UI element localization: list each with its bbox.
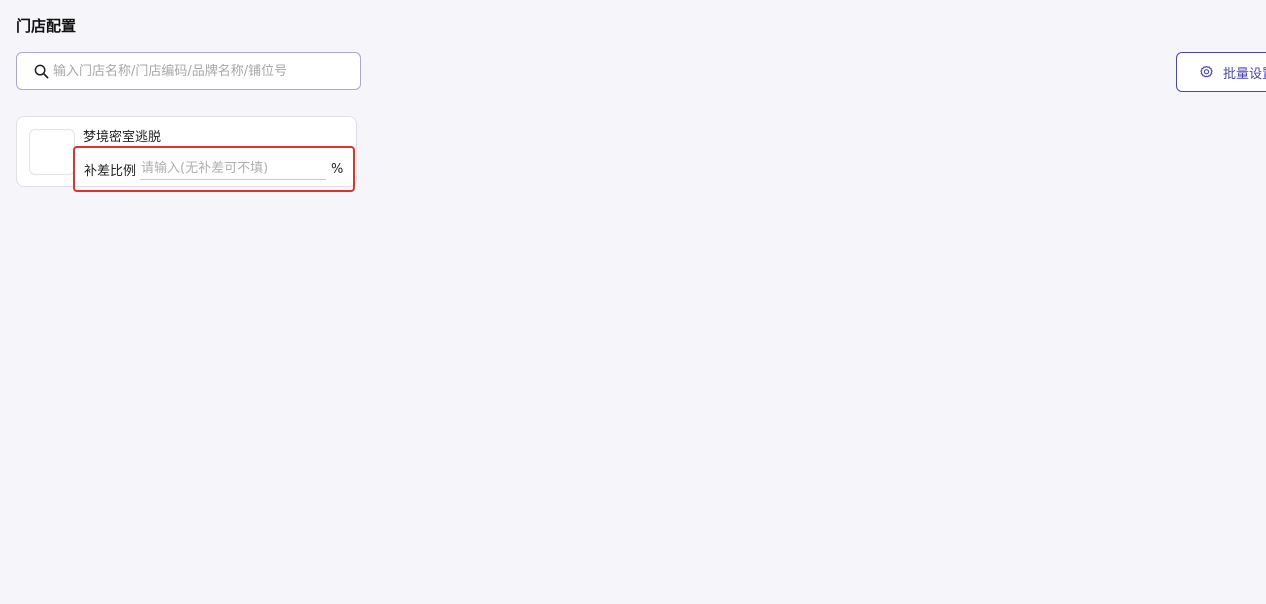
- store-name: 梦境密室逃脱: [83, 130, 162, 145]
- subsidy-ratio-row: 补差比例 %: [73, 146, 355, 192]
- subsidy-ratio-input[interactable]: [140, 158, 327, 180]
- batch-settings-label: 批量设置: [1223, 66, 1266, 82]
- search-box[interactable]: [16, 52, 361, 90]
- batch-settings-button[interactable]: 批量设置: [1176, 52, 1266, 92]
- search-icon: [33, 63, 49, 79]
- store-card: 梦境密室逃脱 补差比例 %: [16, 116, 357, 192]
- percent-unit: %: [331, 161, 344, 177]
- gear-icon: [1199, 64, 1215, 80]
- store-avatar: [29, 129, 75, 175]
- store-config-page: 门店配置 批量设置 梦境密室逃脱 补差比例 %: [0, 0, 1266, 604]
- search-input[interactable]: [53, 63, 353, 79]
- subsidy-ratio-label: 补差比例: [84, 163, 137, 179]
- page-title: 门店配置: [16, 17, 77, 35]
